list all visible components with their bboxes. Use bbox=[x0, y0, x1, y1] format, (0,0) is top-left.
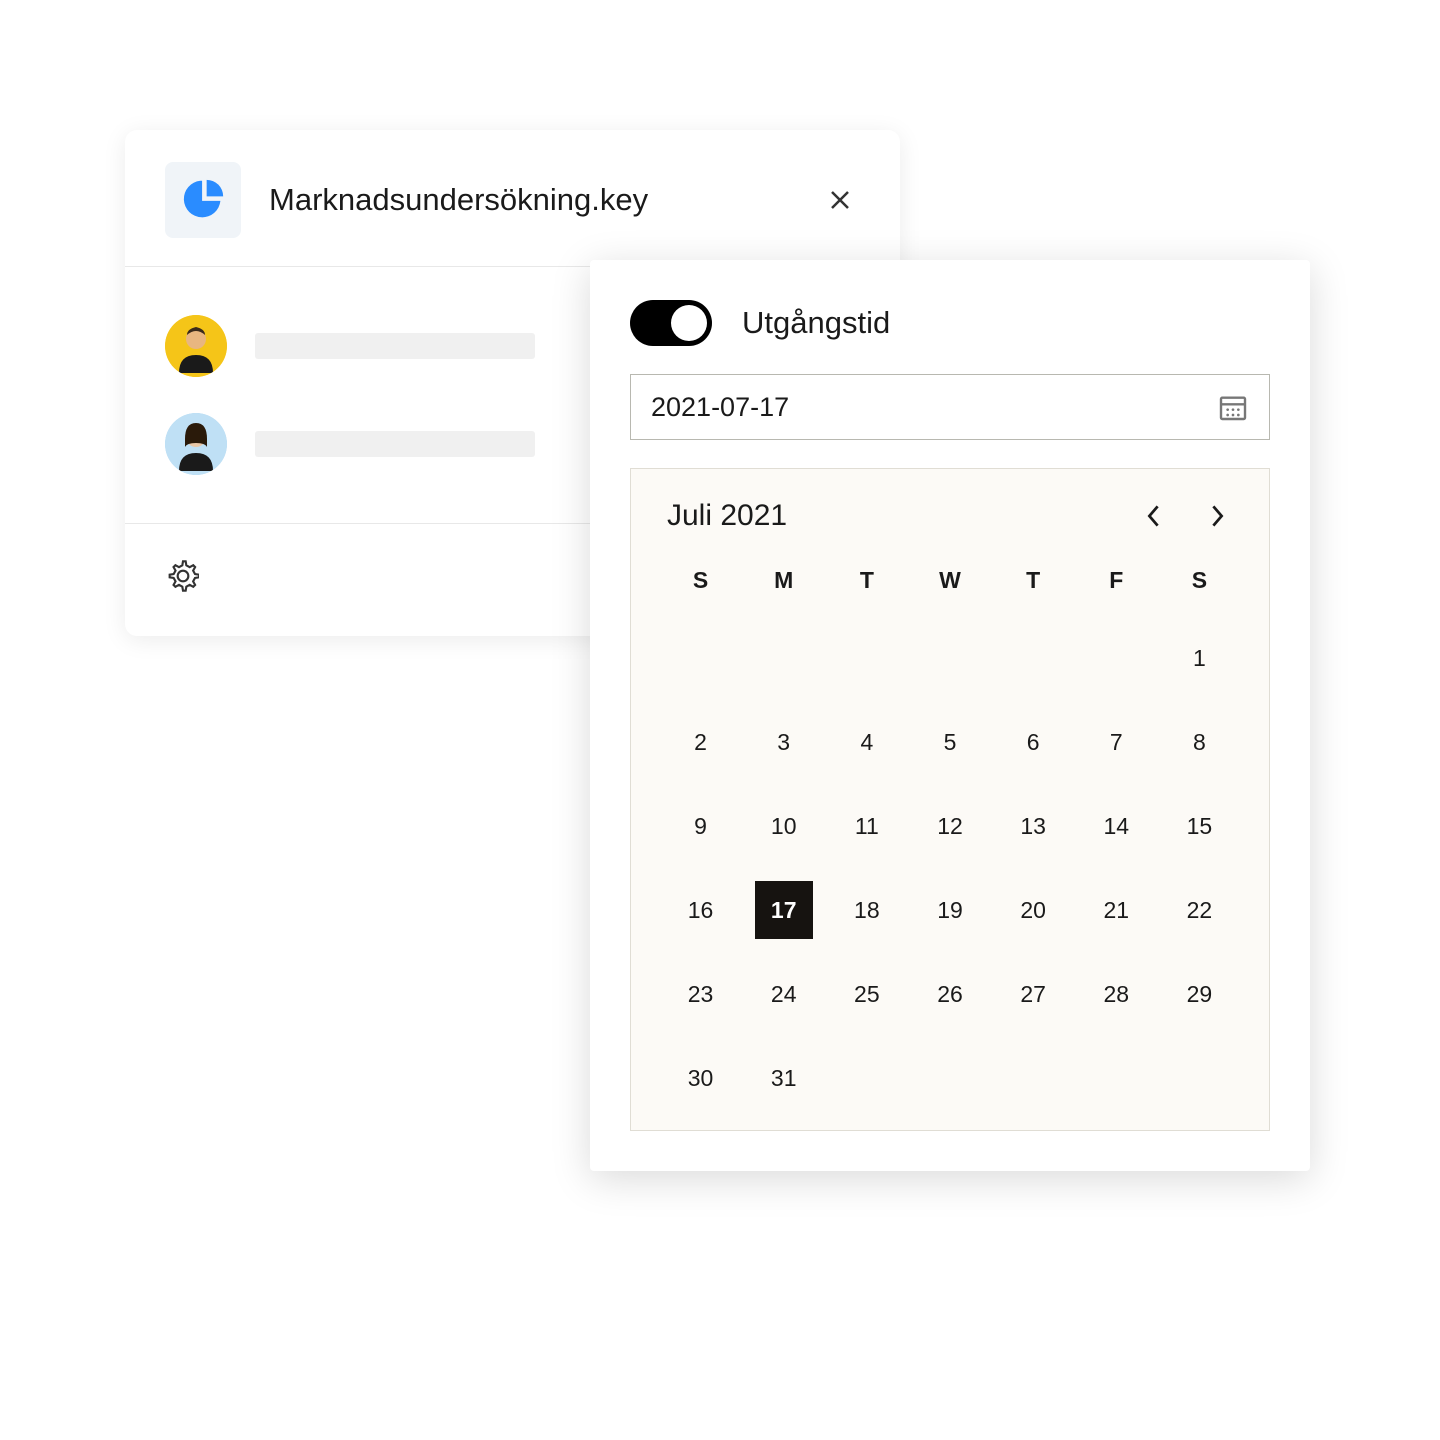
calendar-day[interactable]: 4 bbox=[825, 700, 908, 784]
calendar-day[interactable]: 23 bbox=[659, 952, 742, 1036]
settings-button[interactable] bbox=[165, 558, 201, 594]
calendar-day[interactable]: 11 bbox=[825, 784, 908, 868]
expiration-label: Utgångstid bbox=[742, 305, 890, 341]
calendar-day[interactable]: 17 bbox=[742, 868, 825, 952]
calendar-day[interactable]: 8 bbox=[1158, 700, 1241, 784]
calendar-weekday: T bbox=[992, 557, 1075, 604]
close-icon bbox=[828, 188, 852, 212]
calendar-day[interactable]: 19 bbox=[908, 868, 991, 952]
calendar-weekday: S bbox=[659, 557, 742, 604]
calendar-day[interactable]: 9 bbox=[659, 784, 742, 868]
calendar-nav bbox=[1137, 500, 1241, 532]
calendar: Juli 2021 SMTWTFS 1234567891011121314151… bbox=[630, 468, 1270, 1131]
calendar-day[interactable]: 12 bbox=[908, 784, 991, 868]
calendar-day[interactable]: 3 bbox=[742, 700, 825, 784]
pie-chart-icon bbox=[181, 178, 225, 222]
avatar bbox=[165, 315, 227, 377]
calendar-day[interactable]: 2 bbox=[659, 700, 742, 784]
calendar-day[interactable]: 27 bbox=[992, 952, 1075, 1036]
calendar-weekday: S bbox=[1158, 557, 1241, 604]
calendar-weekday: T bbox=[825, 557, 908, 604]
calendar-day[interactable]: 1 bbox=[1158, 616, 1241, 700]
expiration-toggle[interactable] bbox=[630, 300, 712, 346]
calendar-month-label: Juli 2021 bbox=[667, 499, 787, 533]
file-title: Marknadsundersökning.key bbox=[269, 182, 792, 218]
calendar-weekday: M bbox=[742, 557, 825, 604]
calendar-day[interactable]: 31 bbox=[742, 1036, 825, 1120]
calendar-day[interactable]: 20 bbox=[992, 868, 1075, 952]
calendar-day[interactable]: 10 bbox=[742, 784, 825, 868]
calendar-day-empty bbox=[825, 616, 908, 700]
chevron-right-icon bbox=[1210, 505, 1225, 527]
avatar bbox=[165, 413, 227, 475]
calendar-day[interactable]: 18 bbox=[825, 868, 908, 952]
calendar-day[interactable]: 16 bbox=[659, 868, 742, 952]
calendar-day[interactable]: 24 bbox=[742, 952, 825, 1036]
calendar-next-button[interactable] bbox=[1201, 500, 1233, 532]
toggle-knob bbox=[671, 305, 707, 341]
user-name-placeholder bbox=[255, 333, 535, 359]
calendar-day[interactable]: 14 bbox=[1075, 784, 1158, 868]
calendar-day[interactable]: 26 bbox=[908, 952, 991, 1036]
date-input[interactable] bbox=[651, 392, 1217, 423]
calendar-day[interactable]: 21 bbox=[1075, 868, 1158, 952]
calendar-header: Juli 2021 bbox=[659, 499, 1241, 533]
calendar-day[interactable]: 7 bbox=[1075, 700, 1158, 784]
calendar-day[interactable]: 5 bbox=[908, 700, 991, 784]
calendar-day[interactable]: 25 bbox=[825, 952, 908, 1036]
date-input-container bbox=[630, 374, 1270, 440]
calendar-days-grid: 1234567891011121314151617181920212223242… bbox=[659, 616, 1241, 1120]
gear-icon bbox=[167, 560, 199, 592]
calendar-day[interactable]: 13 bbox=[992, 784, 1075, 868]
calendar-day[interactable]: 22 bbox=[1158, 868, 1241, 952]
calendar-day-empty bbox=[659, 616, 742, 700]
calendar-day-empty bbox=[742, 616, 825, 700]
calendar-day-empty bbox=[908, 616, 991, 700]
calendar-weekdays: SMTWTFS bbox=[659, 557, 1241, 604]
calendar-day[interactable]: 30 bbox=[659, 1036, 742, 1120]
share-header: Marknadsundersökning.key bbox=[125, 130, 900, 267]
chevron-left-icon bbox=[1146, 505, 1161, 527]
calendar-weekday: W bbox=[908, 557, 991, 604]
calendar-day[interactable]: 15 bbox=[1158, 784, 1241, 868]
file-type-icon bbox=[165, 162, 241, 238]
calendar-day-empty bbox=[1075, 616, 1158, 700]
calendar-prev-button[interactable] bbox=[1137, 500, 1169, 532]
calendar-icon[interactable] bbox=[1217, 391, 1249, 423]
calendar-day[interactable]: 6 bbox=[992, 700, 1075, 784]
close-button[interactable] bbox=[820, 180, 860, 220]
calendar-day[interactable]: 28 bbox=[1075, 952, 1158, 1036]
calendar-weekday: F bbox=[1075, 557, 1158, 604]
user-name-placeholder bbox=[255, 431, 535, 457]
calendar-day-empty bbox=[992, 616, 1075, 700]
calendar-day[interactable]: 29 bbox=[1158, 952, 1241, 1036]
expiry-header: Utgångstid bbox=[630, 300, 1270, 346]
expiration-panel: Utgångstid Juli 2021 bbox=[590, 260, 1310, 1171]
